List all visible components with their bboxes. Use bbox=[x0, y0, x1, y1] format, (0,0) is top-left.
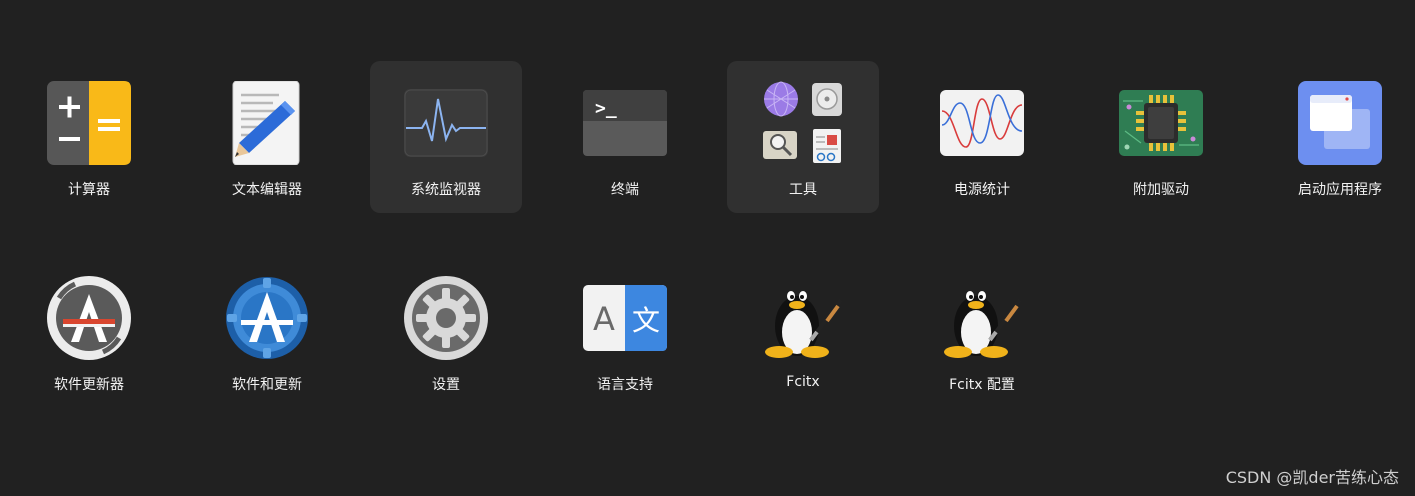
app-power-statistics[interactable]: 电源统计 bbox=[906, 61, 1058, 213]
app-fcitx[interactable]: Fcitx bbox=[727, 256, 879, 408]
app-label: 附加驱动 bbox=[1133, 182, 1189, 198]
app-label: 终端 bbox=[611, 182, 639, 198]
svg-text:A: A bbox=[593, 300, 615, 338]
app-label: 语言支持 bbox=[597, 377, 653, 393]
app-system-monitor[interactable]: 系统监视器 bbox=[370, 61, 522, 213]
app-label: 工具 bbox=[789, 182, 817, 198]
app-additional-drivers[interactable]: 附加驱动 bbox=[1085, 61, 1237, 213]
settings-icon bbox=[404, 276, 488, 360]
app-label: 设置 bbox=[432, 377, 460, 393]
app-label: 计算器 bbox=[68, 182, 110, 198]
app-label: 软件和更新 bbox=[232, 377, 302, 393]
software-sources-icon bbox=[225, 276, 309, 360]
app-label: 系统监视器 bbox=[411, 182, 481, 198]
app-language-support[interactable]: A 文 语言支持 bbox=[549, 256, 701, 408]
fcitx-penguin-icon bbox=[761, 276, 845, 360]
language-support-icon: A 文 bbox=[583, 276, 667, 360]
app-label: 启动应用程序 bbox=[1298, 182, 1382, 198]
app-startup-applications[interactable]: 启动应用程序 bbox=[1264, 61, 1415, 213]
app-label: Fcitx bbox=[786, 374, 820, 390]
power-statistics-icon bbox=[940, 81, 1024, 165]
app-label: 电源统计 bbox=[954, 182, 1010, 198]
text-editor-icon bbox=[225, 81, 309, 165]
app-label: 文本编辑器 bbox=[232, 182, 302, 198]
app-label: Fcitx 配置 bbox=[949, 377, 1015, 393]
app-software-updater[interactable]: 软件更新器 bbox=[13, 256, 165, 408]
app-fcitx-config[interactable]: Fcitx 配置 bbox=[906, 256, 1058, 408]
watermark: CSDN @凯der苦练心态 bbox=[1225, 468, 1399, 487]
additional-drivers-icon bbox=[1119, 81, 1203, 165]
fcitx-config-penguin-icon bbox=[940, 276, 1024, 360]
app-calculator[interactable]: 计算器 bbox=[13, 61, 165, 213]
system-monitor-icon bbox=[404, 81, 488, 165]
software-updater-icon bbox=[47, 276, 131, 360]
app-folder-tools[interactable]: 工具 bbox=[727, 61, 879, 213]
terminal-icon: >_ bbox=[583, 81, 667, 165]
tools-folder-icon bbox=[761, 81, 845, 165]
app-label: 软件更新器 bbox=[54, 377, 124, 393]
startup-applications-icon bbox=[1298, 81, 1382, 165]
svg-text:文: 文 bbox=[632, 304, 660, 337]
app-software-and-updates[interactable]: 软件和更新 bbox=[191, 256, 343, 408]
svg-text:>_: >_ bbox=[595, 98, 617, 119]
app-text-editor[interactable]: 文本编辑器 bbox=[191, 61, 343, 213]
app-settings[interactable]: 设置 bbox=[370, 256, 522, 408]
calculator-icon bbox=[47, 81, 131, 165]
app-terminal[interactable]: >_ 终端 bbox=[549, 61, 701, 213]
